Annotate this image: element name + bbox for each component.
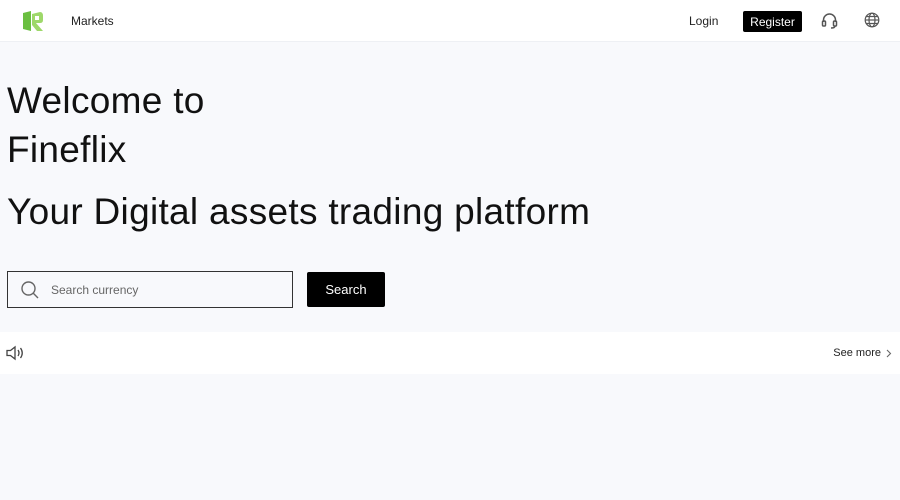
search-input[interactable] [51,272,289,307]
search-box [7,271,293,308]
hero-title-line1: Welcome to [7,80,205,121]
headset-icon[interactable] [821,12,838,29]
search-icon [21,281,39,299]
speaker-icon [6,345,23,361]
chevron-right-icon [886,349,892,357]
top-header: Markets Login Register [0,0,900,42]
see-more-label: See more [833,347,881,359]
hero-title-line2: Fineflix [7,129,127,170]
login-link[interactable]: Login [689,14,718,28]
notice-bar: See more [0,332,900,374]
logo-icon[interactable] [20,9,44,33]
globe-icon[interactable] [864,12,880,28]
search-button[interactable]: Search [307,272,385,307]
see-more-link[interactable]: See more [833,347,892,359]
hero-title: Welcome to Fineflix [7,76,205,174]
register-button[interactable]: Register [743,11,802,32]
hero-subtitle: Your Digital assets trading platform [7,191,591,232]
nav-markets-link[interactable]: Markets [71,14,114,28]
